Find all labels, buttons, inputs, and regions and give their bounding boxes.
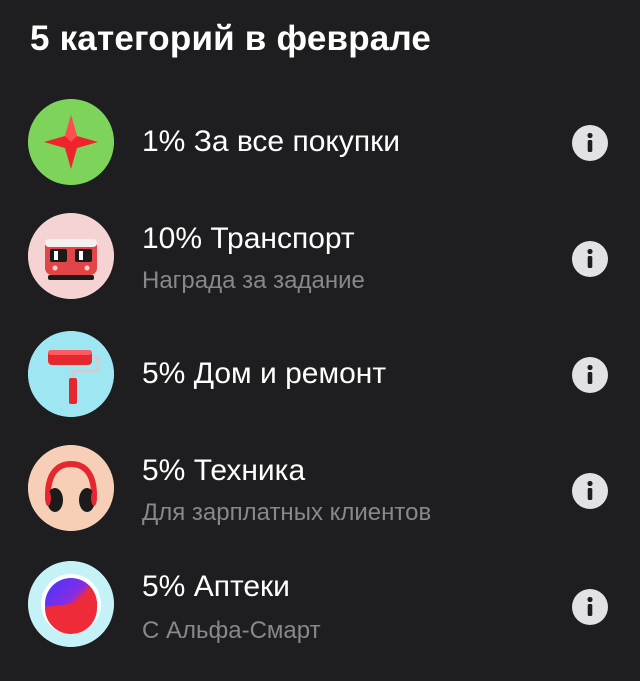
category-sublabel: Для зарплатных клиентов	[142, 499, 432, 526]
category-label: 10% Транспорт	[142, 222, 355, 255]
category-label: 1% За все покупки	[142, 125, 400, 158]
category-label: 5% Техника	[142, 454, 306, 487]
train-icon	[28, 213, 114, 299]
category-label: 5% Аптеки	[142, 570, 290, 603]
category-label: 5% Дом и ремонт	[142, 357, 387, 390]
category-item-home-repair[interactable]: 5% Дом и ремонт	[0, 324, 640, 424]
alfa-smart-icon	[28, 561, 114, 647]
red-star-icon	[28, 99, 114, 185]
paint-roller-icon	[28, 331, 114, 417]
category-item-transport[interactable]: 10% Транспорт Награда за задание	[0, 206, 640, 306]
category-item-electronics[interactable]: 5% Техника Для зарплатных клиентов	[0, 438, 640, 538]
headphones-icon	[28, 445, 114, 531]
category-sublabel: С Альфа-Смарт	[142, 617, 321, 644]
category-sublabel: Награда за задание	[142, 267, 365, 294]
info-icon[interactable]	[572, 589, 608, 625]
info-icon[interactable]	[572, 473, 608, 509]
page-title: 5 категорий в феврале	[30, 19, 432, 58]
info-icon[interactable]	[572, 125, 608, 161]
category-item-all-purchases[interactable]: 1% За все покупки	[0, 92, 640, 192]
category-item-pharmacies[interactable]: 5% Аптеки С Альфа-Смарт	[0, 554, 640, 654]
info-icon[interactable]	[572, 357, 608, 393]
info-icon[interactable]	[572, 241, 608, 277]
